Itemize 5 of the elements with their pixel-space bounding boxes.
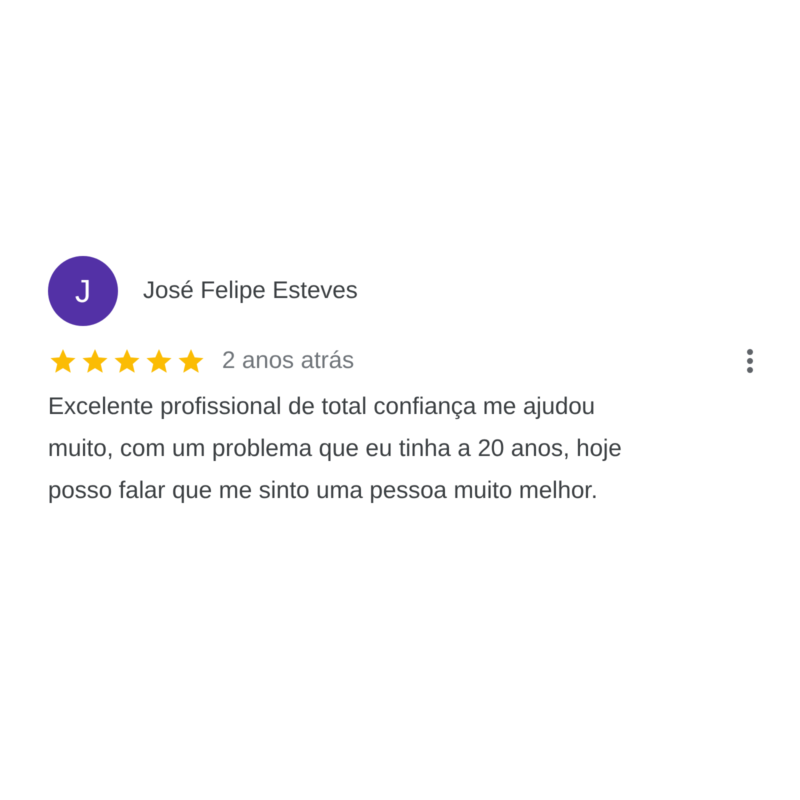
review-time: 2 anos atrás [222,347,356,375]
author-name: José Felipe Esteves [143,277,358,305]
review-text: Excelente profissional de total confiança me ajudou muito, com um problema que eu tinha a 20 anos, hoje posso falar que me sinto uma pessoa muito melhor. [48,392,623,506]
avatar: J [48,256,118,326]
more-icon [746,348,754,374]
